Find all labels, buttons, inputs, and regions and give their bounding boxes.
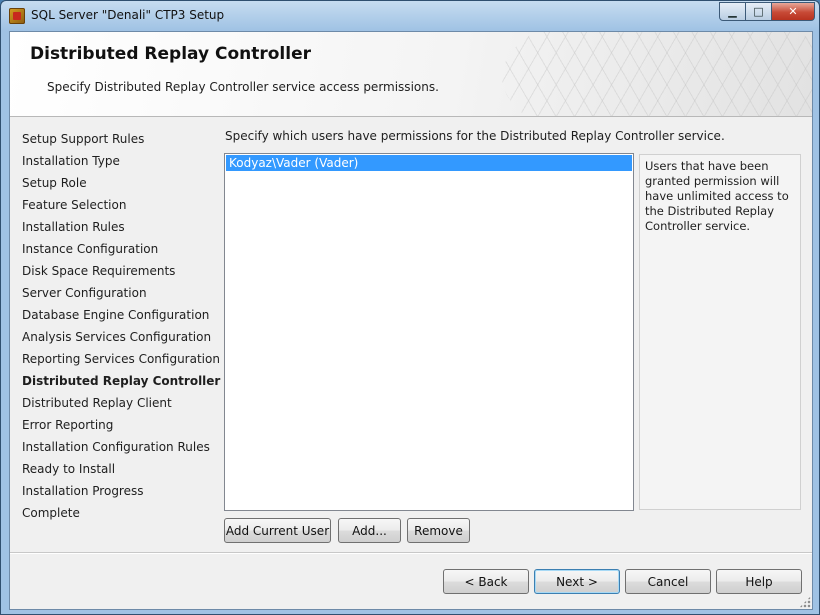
app-icon xyxy=(9,8,25,24)
setup-window: SQL Server "Denali" CTP3 Setup ▁ □ ✕ Dis… xyxy=(0,0,820,615)
setup-steps-nav: Setup Support Rules Installation Type Setu… xyxy=(22,128,221,524)
close-button[interactable]: ✕ xyxy=(771,2,815,21)
page-title: Distributed Replay Controller xyxy=(30,44,311,64)
sidebar-item-database-engine-configuration: Database Engine Configuration xyxy=(22,308,210,322)
cancel-button[interactable]: Cancel xyxy=(625,569,711,594)
page-subtitle: Specify Distributed Replay Controller se… xyxy=(47,80,439,94)
help-button[interactable]: Help xyxy=(716,569,802,594)
sidebar-item-setup-role: Setup Role xyxy=(22,176,87,190)
header-decoration xyxy=(502,32,812,116)
back-button[interactable]: < Back xyxy=(443,569,529,594)
close-icon: ✕ xyxy=(788,5,798,18)
sidebar-item-instance-configuration: Instance Configuration xyxy=(22,242,159,256)
sidebar-item-server-configuration: Server Configuration xyxy=(22,286,147,300)
next-button[interactable]: Next > xyxy=(534,569,620,594)
sidebar-item-setup-support-rules: Setup Support Rules xyxy=(22,132,145,146)
sidebar-item-disk-space-requirements: Disk Space Requirements xyxy=(22,264,176,278)
sidebar-item-analysis-services-configuration: Analysis Services Configuration xyxy=(22,330,212,344)
sidebar-item-ready-to-install: Ready to Install xyxy=(22,462,116,476)
sidebar-item-installation-rules: Installation Rules xyxy=(22,220,125,234)
add-current-user-button[interactable]: Add Current User xyxy=(224,518,331,543)
sidebar-item-distributed-replay-client: Distributed Replay Client xyxy=(22,396,172,410)
window-title: SQL Server "Denali" CTP3 Setup xyxy=(31,8,225,22)
remove-user-button[interactable]: Remove xyxy=(407,518,470,543)
sidebar-item-installation-progress: Installation Progress xyxy=(22,484,144,498)
instruction-text: Specify which users have permissions for… xyxy=(225,129,725,143)
sidebar-item-feature-selection: Feature Selection xyxy=(22,198,127,212)
sidebar-item-error-reporting: Error Reporting xyxy=(22,418,114,432)
sidebar-item-complete: Complete xyxy=(22,506,80,520)
client-area: Distributed Replay Controller Specify Di… xyxy=(9,31,813,610)
sidebar-item-reporting-services-configuration: Reporting Services Configuration xyxy=(22,352,220,366)
info-panel: Users that have been granted permission … xyxy=(639,154,801,510)
minimize-button[interactable]: ▁ xyxy=(719,2,746,21)
title-bar[interactable]: SQL Server "Denali" CTP3 Setup ▁ □ ✕ xyxy=(1,1,819,31)
user-permission-list[interactable]: Kodyaz\Vader (Vader) xyxy=(224,153,634,511)
list-item[interactable]: Kodyaz\Vader (Vader) xyxy=(226,155,632,171)
add-user-button[interactable]: Add... xyxy=(338,518,401,543)
caption-buttons: ▁ □ ✕ xyxy=(719,2,815,22)
maximize-icon: □ xyxy=(753,5,764,18)
minimize-icon: ▁ xyxy=(728,5,737,18)
sidebar-item-installation-type: Installation Type xyxy=(22,154,120,168)
page-header: Distributed Replay Controller Specify Di… xyxy=(10,32,812,117)
footer-separator xyxy=(10,552,812,554)
resize-grip-icon[interactable] xyxy=(799,596,811,608)
sidebar-item-installation-configuration-rules: Installation Configuration Rules xyxy=(22,440,210,454)
maximize-button[interactable]: □ xyxy=(745,2,772,21)
sidebar-item-distributed-replay-controller: Distributed Replay Controller xyxy=(22,374,221,388)
